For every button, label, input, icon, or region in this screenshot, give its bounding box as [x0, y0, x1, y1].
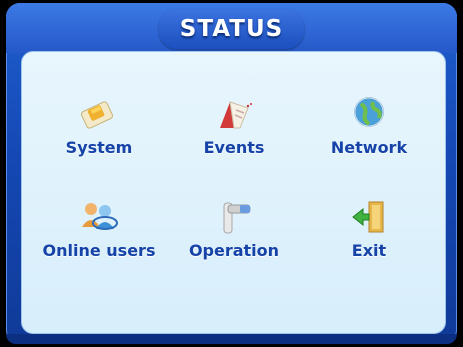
- menu-item-operation[interactable]: Operation: [169, 197, 299, 287]
- menu-item-network[interactable]: Network: [304, 94, 434, 184]
- events-icon: [220, 101, 252, 129]
- footer-bar: [6, 334, 457, 344]
- menu-item-system[interactable]: System: [34, 94, 164, 184]
- status-window: STATUS System Events Network Online user…: [6, 3, 457, 344]
- network-icon: [354, 97, 384, 127]
- menu-panel: System Events Network Online users Opera…: [21, 51, 446, 334]
- system-icon: [80, 101, 114, 129]
- title-tab: STATUS: [159, 9, 304, 49]
- menu-item-label: Exit: [351, 241, 387, 260]
- menu-item-exit[interactable]: Exit: [304, 197, 434, 287]
- exit-icon: [352, 201, 384, 233]
- window-title: STATUS: [179, 16, 284, 42]
- screen-frame: STATUS System Events Network Online user…: [0, 0, 463, 347]
- menu-item-label: System: [65, 138, 133, 157]
- menu-item-label: Operation: [188, 241, 280, 260]
- operation-icon: [223, 202, 251, 234]
- menu-item-events[interactable]: Events: [169, 94, 299, 184]
- menu-item-label: Network: [330, 138, 408, 157]
- online-users-icon: [82, 203, 118, 230]
- menu-item-label: Online users: [42, 241, 156, 260]
- menu-item-label: Events: [203, 138, 265, 157]
- menu-item-online-users[interactable]: Online users: [34, 197, 164, 287]
